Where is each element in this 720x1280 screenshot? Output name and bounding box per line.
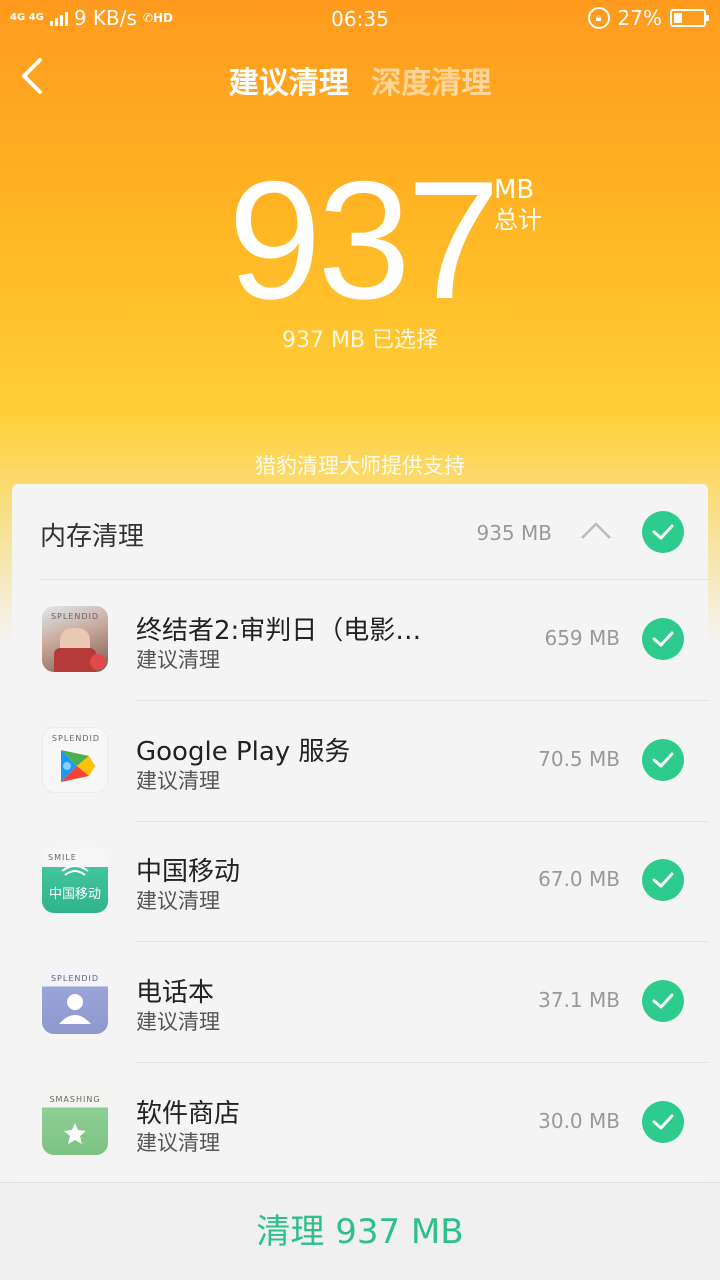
item-name: 终结者2:审判日（电影… — [136, 616, 422, 646]
battery-percent: 27% — [617, 6, 662, 30]
person-shape — [59, 994, 91, 1024]
item-subtitle: 建议清理 — [136, 769, 220, 793]
check-icon — [652, 631, 674, 647]
total-unit: MB — [494, 175, 535, 205]
clean-list-card: 内存清理 935 MB SPLENDID 终结者2:审判日（电影… 建议清理 6… — [12, 484, 708, 1204]
item-name: 电话本 — [136, 978, 215, 1008]
tab-suggested-clean[interactable]: 建议清理 — [223, 58, 355, 102]
star-icon — [64, 1123, 86, 1144]
clean-button[interactable]: 清理 937 MB — [0, 1182, 720, 1280]
battery-level — [674, 13, 682, 23]
total-label: 总计 — [494, 206, 542, 234]
check-icon — [652, 752, 674, 768]
tab-bar: 建议清理 深度清理 — [0, 58, 720, 102]
item-size: 30.0 MB — [538, 1109, 620, 1133]
google-play-icon: SPLENDID — [42, 727, 108, 793]
battery-icon — [670, 9, 709, 27]
list-item[interactable]: SMILE 中国移动 中国移动 建议清理 67.0 MB — [12, 821, 708, 941]
status-right: 🔒︎ 27% — [587, 6, 709, 30]
check-icon — [652, 1114, 674, 1130]
item-size: 67.0 MB — [538, 867, 620, 891]
check-icon — [652, 872, 674, 888]
section-select-all-checkbox[interactable] — [642, 511, 684, 553]
item-size: 70.5 MB — [538, 747, 620, 771]
item-subtitle: 建议清理 — [136, 1010, 220, 1034]
selected-size-text: 937 MB 已选择 — [281, 328, 439, 353]
chevron-up-icon[interactable] — [580, 518, 612, 542]
item-name: 中国移动 — [136, 857, 241, 887]
item-name: Google Play 服务 — [136, 737, 351, 767]
total-summary: 937 MB 总计 — [0, 146, 720, 334]
app-store-icon: SMASHING — [42, 1089, 108, 1155]
item-checkbox[interactable] — [642, 618, 684, 660]
item-subtitle: 建议清理 — [136, 648, 220, 672]
provider-credit: 猎豹清理大师提供支持 — [255, 454, 465, 478]
icon-tag: SPLENDID — [50, 612, 100, 621]
list-item[interactable]: SPLENDID 终结者2:审判日（电影… 建议清理 659 MB — [12, 580, 708, 700]
icon-tag: SMILE — [48, 853, 77, 862]
item-size: 659 MB — [544, 626, 620, 650]
item-name: 软件商店 — [136, 1099, 241, 1129]
list-item[interactable]: SPLENDID 电话本 建议清理 37.1 MB — [12, 942, 708, 1062]
check-icon — [652, 993, 674, 1009]
section-title: 内存清理 — [40, 522, 145, 552]
item-subtitle: 建议清理 — [136, 889, 220, 913]
item-checkbox[interactable] — [642, 1101, 684, 1143]
list-item[interactable]: SMASHING 软件商店 建议清理 30.0 MB — [12, 1063, 708, 1183]
icon-label: 中国移动 — [48, 887, 101, 902]
game-icon: SPLENDID — [42, 606, 108, 672]
item-subtitle: 建议清理 — [136, 1131, 220, 1155]
play-puzzle-shape — [61, 750, 95, 782]
tab-deep-clean[interactable]: 深度清理 — [365, 58, 497, 102]
item-checkbox[interactable] — [642, 739, 684, 781]
item-checkbox[interactable] — [642, 980, 684, 1022]
badge-shape — [90, 654, 106, 670]
rotation-lock-icon: 🔒︎ — [587, 7, 610, 29]
contacts-icon: SPLENDID — [42, 968, 108, 1034]
item-size: 37.1 MB — [538, 988, 620, 1012]
list-item[interactable]: SPLENDID Google Play 服务 建议清理 70.5 MB — [12, 701, 708, 821]
section-size: 935 MB — [476, 521, 552, 545]
china-mobile-icon: SMILE 中国移动 — [42, 847, 108, 913]
china-mobile-logo-shape — [61, 865, 89, 876]
check-icon — [652, 524, 674, 540]
total-value: 937 — [228, 146, 500, 334]
section-header-memory[interactable]: 内存清理 935 MB — [12, 484, 708, 580]
item-checkbox[interactable] — [642, 859, 684, 901]
status-bar: 4G 4G 9 KB/s ✆HD 06:35 🔒︎ 27% — [0, 0, 720, 38]
